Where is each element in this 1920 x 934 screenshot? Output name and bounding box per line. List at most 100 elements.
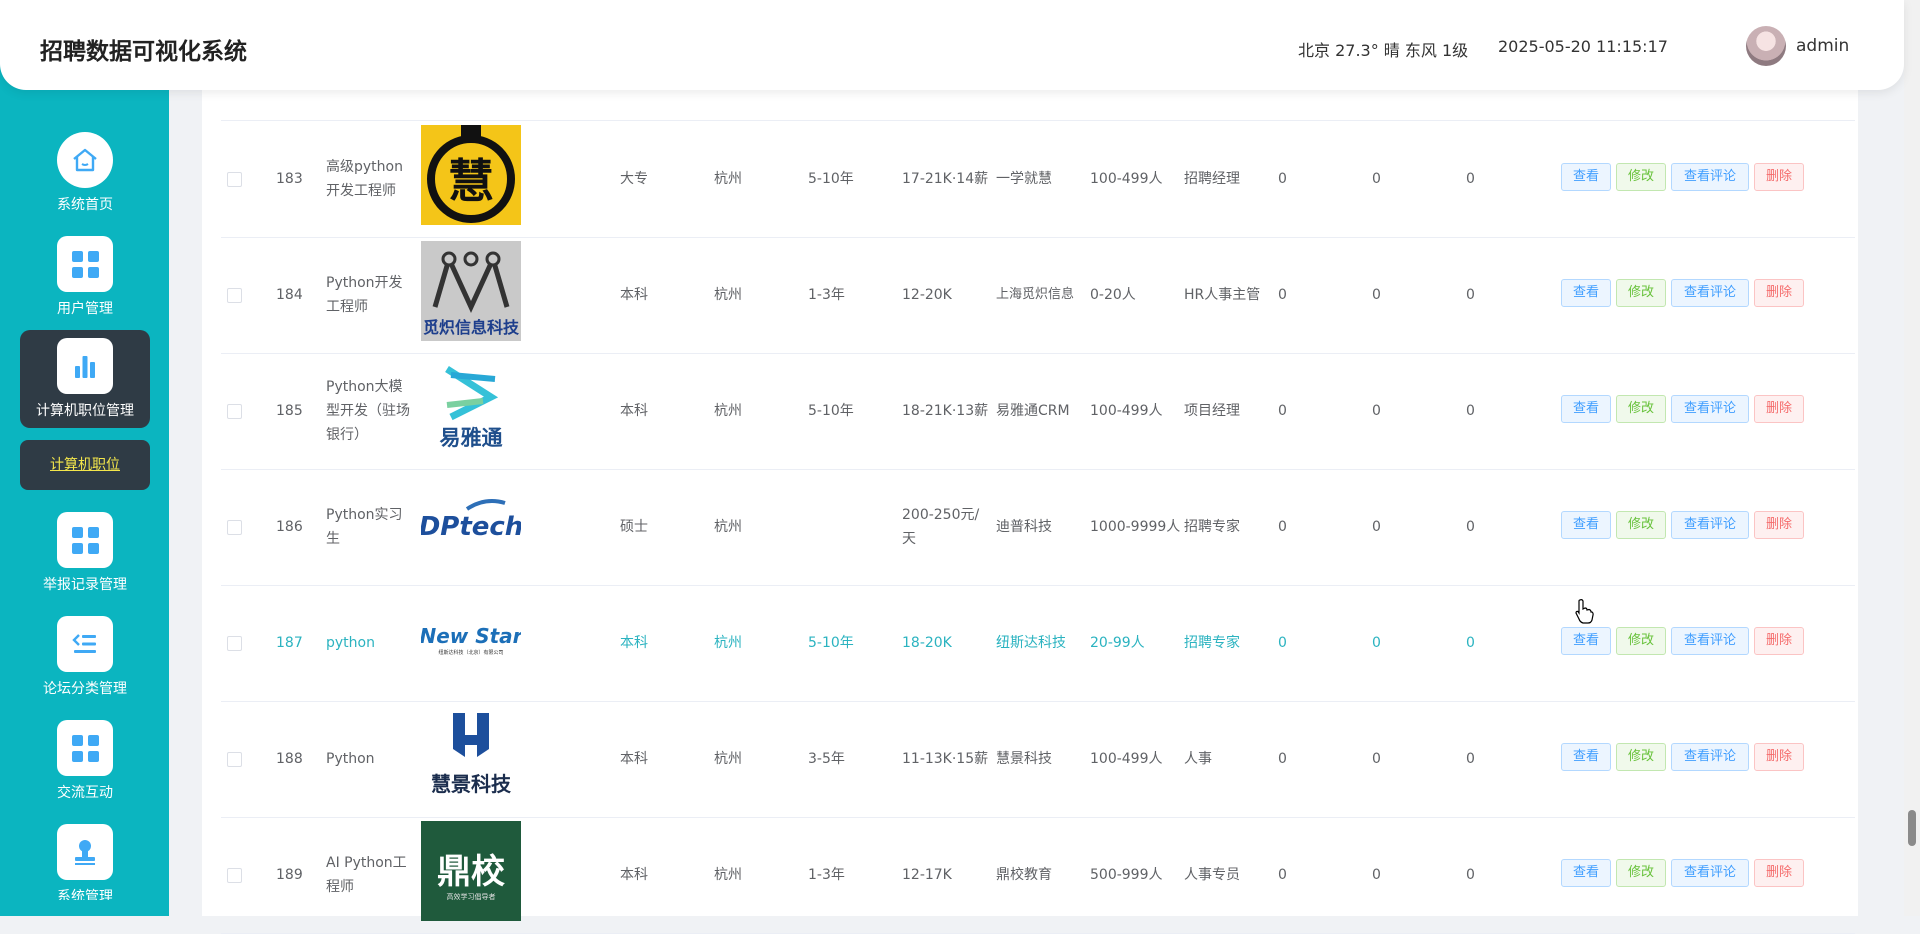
top-header: 招聘数据可视化系统 北京 27.3° 晴 东风 1级 2025-05-20 11… bbox=[0, 0, 1904, 90]
contact-role: HR人事主管 bbox=[1184, 287, 1261, 303]
home-icon bbox=[73, 148, 97, 172]
experience: 1-3年 bbox=[808, 287, 845, 303]
username[interactable]: admin bbox=[1796, 36, 1849, 56]
view-comments-button[interactable]: 查看评论 bbox=[1671, 743, 1749, 771]
page-scrollbar[interactable] bbox=[1904, 0, 1920, 916]
row-id: 188 bbox=[276, 751, 303, 767]
delete-button[interactable]: 删除 bbox=[1754, 859, 1804, 887]
sidebar-item-system[interactable]: 系统管理 bbox=[20, 816, 150, 900]
job-title: python bbox=[326, 635, 375, 651]
delete-button[interactable]: 删除 bbox=[1754, 279, 1804, 307]
company-size: 0-20人 bbox=[1090, 287, 1136, 303]
row-checkbox[interactable] bbox=[227, 172, 242, 187]
logo-subtext: 纽斯达科技（北京）有限公司 bbox=[438, 649, 503, 656]
edit-button[interactable]: 修改 bbox=[1616, 743, 1666, 771]
view-button[interactable]: 查看 bbox=[1561, 859, 1611, 887]
education: 硕士 bbox=[620, 519, 648, 535]
count-2: 0 bbox=[1372, 751, 1381, 767]
sidebar-subitem-jobs[interactable]: 计算机职位 bbox=[20, 440, 150, 490]
edit-button[interactable]: 修改 bbox=[1616, 279, 1666, 307]
table-row: 183 高级python开发工程师 慧 大专 杭州 5-10年 17-21K·1… bbox=[221, 121, 1855, 238]
count-2: 0 bbox=[1372, 171, 1381, 187]
salary: 12-20K bbox=[902, 287, 952, 303]
sidebar-item-label: 系统首页 bbox=[57, 197, 113, 213]
company-logo: 慧景科技 bbox=[421, 705, 521, 805]
delete-button[interactable]: 删除 bbox=[1754, 511, 1804, 539]
sidebar-item-interaction[interactable]: 交流互动 bbox=[20, 712, 150, 810]
scrollbar-thumb[interactable] bbox=[1908, 810, 1916, 846]
company-name: 易雅通CRM bbox=[996, 403, 1070, 419]
row-checkbox[interactable] bbox=[227, 520, 242, 535]
view-comments-button[interactable]: 查看评论 bbox=[1671, 627, 1749, 655]
contact-role: 招聘专家 bbox=[1184, 519, 1240, 535]
table-row: 184 Python开发工程师 觅炽信息科技 本科 杭州 1-3年 12-20K… bbox=[221, 237, 1855, 354]
job-title: Python开发工程师 bbox=[326, 275, 403, 315]
bar-chart-icon bbox=[75, 356, 95, 378]
row-id: 187 bbox=[276, 635, 303, 651]
logo-text: New Star bbox=[421, 624, 521, 648]
row-checkbox[interactable] bbox=[227, 868, 242, 883]
sidebar-item-jobs[interactable]: 计算机职位管理 bbox=[20, 330, 150, 428]
count-3: 0 bbox=[1466, 519, 1475, 535]
stamp-icon-box bbox=[57, 824, 113, 880]
sidebar-item-users[interactable]: 用户管理 bbox=[20, 228, 150, 326]
edit-button[interactable]: 修改 bbox=[1616, 859, 1666, 887]
company-name: 迪普科技 bbox=[996, 519, 1052, 535]
logo-text: 鼎校 bbox=[437, 852, 505, 892]
view-button[interactable]: 查看 bbox=[1561, 395, 1611, 423]
view-button[interactable]: 查看 bbox=[1561, 743, 1611, 771]
grid-icon-box bbox=[57, 236, 113, 292]
view-comments-button[interactable]: 查看评论 bbox=[1671, 279, 1749, 307]
edit-button[interactable]: 修改 bbox=[1616, 511, 1666, 539]
view-button[interactable]: 查看 bbox=[1561, 511, 1611, 539]
view-comments-button[interactable]: 查看评论 bbox=[1671, 859, 1749, 887]
logo-text: 慧 bbox=[448, 154, 494, 208]
company-name: 上海觅炽信息 bbox=[996, 287, 1075, 302]
edit-button[interactable]: 修改 bbox=[1616, 627, 1666, 655]
table-row: 187 python New Star 纽斯达科技（北京）有限公司 本科 杭州 … bbox=[221, 585, 1855, 702]
edit-button[interactable]: 修改 bbox=[1616, 395, 1666, 423]
city: 杭州 bbox=[714, 867, 742, 883]
logo-subtext: 高效学习倡导者 bbox=[447, 892, 496, 901]
experience: 5-10年 bbox=[808, 403, 854, 419]
row-checkbox[interactable] bbox=[227, 404, 242, 419]
view-button[interactable]: 查看 bbox=[1561, 163, 1611, 191]
salary: 18-21K·13薪 bbox=[902, 403, 989, 419]
row-checkbox[interactable] bbox=[227, 636, 242, 651]
education: 大专 bbox=[620, 171, 648, 187]
count-2: 0 bbox=[1372, 287, 1381, 303]
avatar[interactable] bbox=[1746, 26, 1786, 66]
row-checkbox[interactable] bbox=[227, 288, 242, 303]
company-size: 20-99人 bbox=[1090, 635, 1145, 651]
count-3: 0 bbox=[1466, 635, 1475, 651]
education: 本科 bbox=[620, 287, 648, 303]
company-logo: 慧 bbox=[421, 125, 521, 225]
delete-button[interactable]: 删除 bbox=[1754, 743, 1804, 771]
view-comments-button[interactable]: 查看评论 bbox=[1671, 511, 1749, 539]
delete-button[interactable]: 删除 bbox=[1754, 395, 1804, 423]
sidebar-item-forum-categories[interactable]: 论坛分类管理 bbox=[20, 608, 150, 706]
count-1: 0 bbox=[1278, 635, 1287, 651]
edit-button[interactable]: 修改 bbox=[1616, 163, 1666, 191]
count-3: 0 bbox=[1466, 287, 1475, 303]
delete-button[interactable]: 删除 bbox=[1754, 163, 1804, 191]
company-logo: New Star 纽斯达科技（北京）有限公司 bbox=[421, 589, 521, 689]
sidebar-item-label: 系统管理 bbox=[57, 889, 113, 900]
delete-button[interactable]: 删除 bbox=[1754, 627, 1804, 655]
table-row: 188 Python 慧景科技 本科 杭州 3-5年 11-13K·15薪 慧景… bbox=[221, 701, 1855, 818]
sidebar-item-label: 交流互动 bbox=[57, 785, 113, 801]
bar-chart-icon-box bbox=[57, 338, 113, 394]
company-size: 500-999人 bbox=[1090, 867, 1163, 883]
view-button[interactable]: 查看 bbox=[1561, 279, 1611, 307]
view-comments-button[interactable]: 查看评论 bbox=[1671, 395, 1749, 423]
count-3: 0 bbox=[1466, 403, 1475, 419]
sidebar-item-home[interactable]: 系统首页 bbox=[20, 124, 150, 222]
view-button[interactable]: 查看 bbox=[1561, 627, 1611, 655]
sidebar-item-label: 论坛分类管理 bbox=[43, 681, 127, 697]
count-2: 0 bbox=[1372, 519, 1381, 535]
company-name: 纽斯达科技 bbox=[996, 635, 1066, 651]
count-1: 0 bbox=[1278, 171, 1287, 187]
row-checkbox[interactable] bbox=[227, 752, 242, 767]
sidebar-item-reports[interactable]: 举报记录管理 bbox=[20, 504, 150, 602]
view-comments-button[interactable]: 查看评论 bbox=[1671, 163, 1749, 191]
